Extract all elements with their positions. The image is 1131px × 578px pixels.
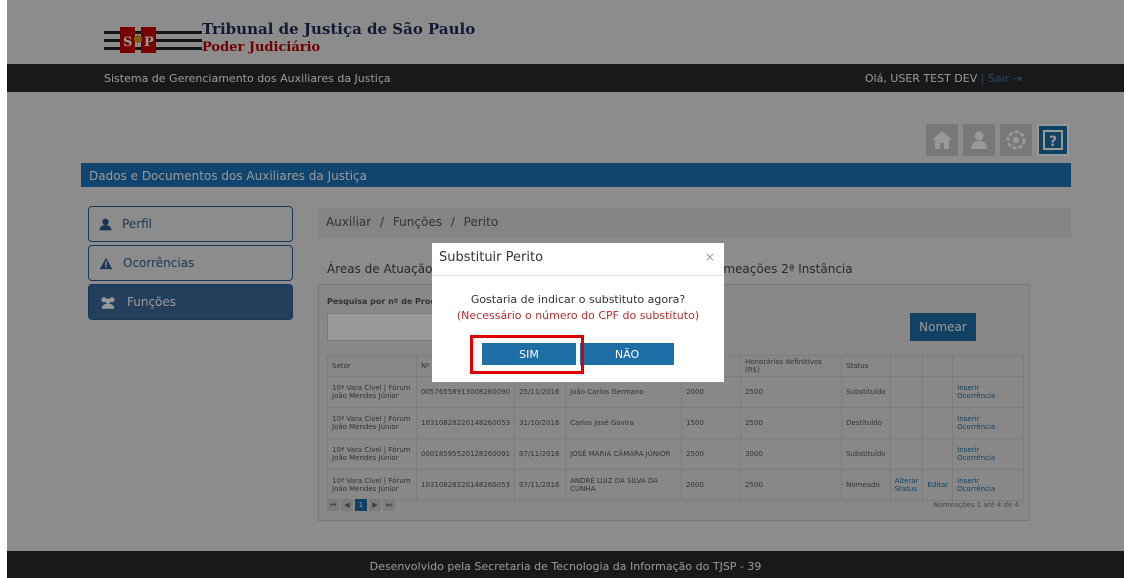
dialog-note: (Necessário o número do CPF do substitut… (456, 309, 700, 322)
app-window: S P Tribunal de Justiça de São Paulo Pod… (7, 0, 1124, 578)
dialog-title: Substituir Perito (439, 250, 544, 265)
dialog-divider (432, 275, 724, 276)
sim-button-highlight (470, 335, 584, 374)
close-icon[interactable]: × (705, 250, 715, 264)
dialog-message: Gostaria de indicar o substituto agora? (470, 293, 686, 306)
nao-button[interactable]: NÃO (580, 343, 674, 365)
